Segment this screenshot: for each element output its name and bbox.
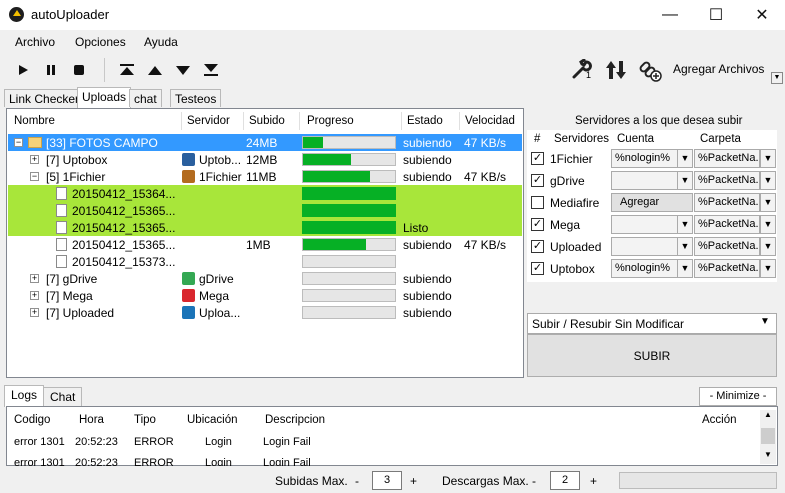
scroll-down-icon[interactable]: ▼	[764, 450, 772, 459]
scroll-thumb[interactable]	[761, 428, 775, 444]
chevron-down-icon[interactable]: ▼	[760, 149, 776, 168]
max-uploads-value[interactable]: 3	[372, 471, 402, 490]
max-uploads-decrement[interactable]: -	[355, 474, 359, 488]
log-time: 20:52:23	[75, 436, 118, 448]
log-type: ERROR	[134, 457, 174, 466]
log-code: error 1301	[14, 457, 65, 466]
log-description: Login Fail	[263, 436, 311, 448]
max-uploads-label: Subidas Max.	[275, 474, 348, 488]
chevron-down-icon[interactable]: ▼	[760, 259, 776, 278]
chevron-down-icon[interactable]: ▼	[760, 193, 776, 212]
scroll-up-icon[interactable]: ▲	[764, 410, 772, 419]
log-type: ERROR	[134, 436, 174, 448]
max-downloads-decrement[interactable]: -	[532, 474, 536, 488]
chevron-down-icon[interactable]: ▼	[760, 215, 776, 234]
max-downloads-value[interactable]: 2	[550, 471, 580, 490]
log-time: 20:52:23	[75, 457, 118, 466]
log-location: Login	[205, 457, 232, 466]
log-location: Login	[205, 436, 232, 448]
logs-scrollbar[interactable]: ▲ ▼	[760, 410, 776, 464]
max-downloads-label: Descargas Max.	[442, 474, 529, 488]
global-progress-bar	[619, 472, 777, 489]
chevron-down-icon: ▼	[760, 316, 770, 327]
log-description: Login Fail	[263, 457, 311, 466]
max-uploads-increment[interactable]: +	[410, 474, 417, 488]
max-downloads-increment[interactable]: +	[590, 474, 597, 488]
log-row[interactable]: error 1301 20:52:23 ERROR Login Login Fail	[7, 455, 759, 466]
log-row[interactable]: error 1301 20:52:23 ERROR Login Login Fail	[7, 434, 759, 455]
log-code: error 1301	[14, 436, 65, 448]
chevron-down-icon[interactable]: ▼	[760, 237, 776, 256]
chevron-down-icon[interactable]: ▼	[760, 171, 776, 190]
toolbar-overflow-button[interactable]: ▼	[771, 72, 783, 84]
